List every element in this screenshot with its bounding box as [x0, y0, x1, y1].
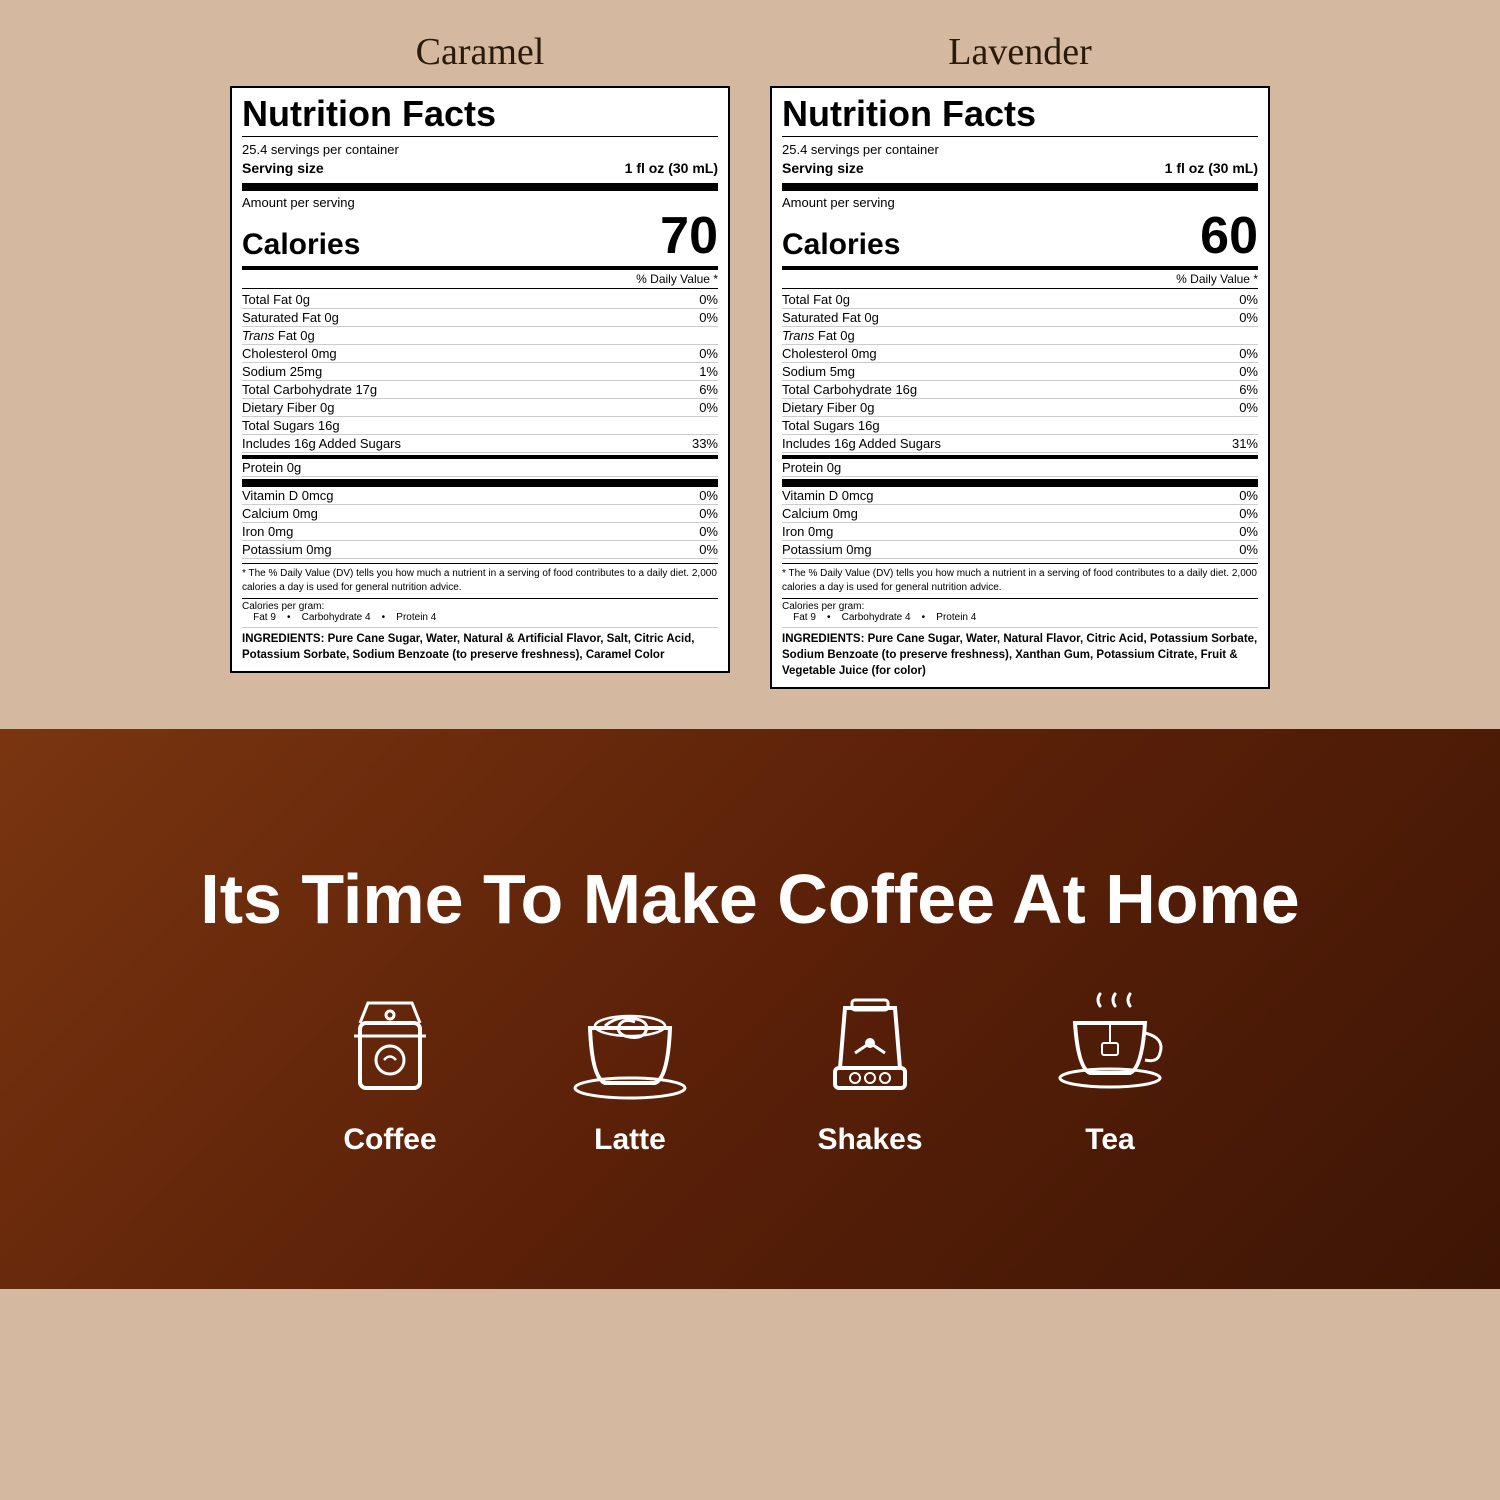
lavender-nutrient-protein: Protein 0g — [782, 455, 1258, 477]
caramel-title: Caramel — [416, 30, 545, 74]
caramel-panel: Nutrition Facts 25.4 servings per contai… — [230, 86, 730, 673]
caramel-nutrient-dietary-fiber: Dietary Fiber 0g0% — [242, 399, 718, 417]
lavender-nutrient-total-fat: Total Fat 0g0% — [782, 291, 1258, 309]
latte-icon — [570, 988, 690, 1108]
caramel-calcium: Calcium 0mg0% — [242, 505, 718, 523]
latte-label: Latte — [594, 1123, 666, 1157]
shakes-label: Shakes — [817, 1123, 922, 1157]
lavender-nutrient-saturated-fat: Saturated Fat 0g0% — [782, 309, 1258, 327]
lavender-nutrient-cholesterol: Cholesterol 0mg0% — [782, 345, 1258, 363]
caramel-servings-per-container: 25.4 servings per container — [242, 141, 718, 159]
caramel-footnote: * The % Daily Value (DV) tells you how m… — [242, 563, 718, 595]
lavender-panel: Nutrition Facts 25.4 servings per contai… — [770, 86, 1270, 689]
lavender-nutrient-trans-fat: Trans Fat 0g — [782, 327, 1258, 345]
lavender-amount-per-serving: Amount per serving — [782, 195, 1258, 210]
caramel-nutrient-total-fat: Total Fat 0g0% — [242, 291, 718, 309]
lavender-nutrient-added-sugars: Includes 16g Added Sugars31% — [782, 435, 1258, 453]
caramel-nutrient-cholesterol: Cholesterol 0mg0% — [242, 345, 718, 363]
shakes-icon — [810, 988, 930, 1108]
caramel-iron: Iron 0mg0% — [242, 523, 718, 541]
icons-row: Coffee Latte — [330, 988, 1170, 1157]
lavender-servings-per-container: 25.4 servings per container — [782, 141, 1258, 159]
coffee-label: Coffee — [343, 1123, 436, 1157]
lavender-column: Lavender Nutrition Facts 25.4 servings p… — [770, 30, 1270, 689]
lavender-nutrient-dietary-fiber: Dietary Fiber 0g0% — [782, 399, 1258, 417]
caramel-nutrient-added-sugars: Includes 16g Added Sugars33% — [242, 435, 718, 453]
caramel-calories-value: 70 — [660, 210, 718, 262]
lavender-calories-per-gram: Calories per gram: Fat 9 • Carbohydrate … — [782, 598, 1258, 623]
caramel-nutrient-total-sugars: Total Sugars 16g — [242, 417, 718, 435]
latte-item: Latte — [570, 988, 690, 1157]
caramel-nutrient-trans-fat: Trans Fat 0g — [242, 327, 718, 345]
lavender-iron: Iron 0mg0% — [782, 523, 1258, 541]
tea-icon — [1050, 988, 1170, 1108]
lavender-serving-size-label: Serving size — [782, 159, 864, 179]
lavender-vitamin-d: Vitamin D 0mcg0% — [782, 487, 1258, 505]
caramel-column: Caramel Nutrition Facts 25.4 servings pe… — [230, 30, 730, 673]
lavender-nutrition-title: Nutrition Facts — [782, 96, 1258, 137]
coffee-item: Coffee — [330, 988, 450, 1157]
coffee-icon — [330, 988, 450, 1108]
caramel-ingredients: INGREDIENTS: Pure Cane Sugar, Water, Nat… — [242, 627, 718, 663]
lavender-calories-label: Calories — [782, 228, 900, 262]
caramel-amount-per-serving: Amount per serving — [242, 195, 718, 210]
tagline: Its Time To Make Coffee At Home — [200, 861, 1299, 938]
tea-label: Tea — [1085, 1123, 1134, 1157]
lavender-calcium: Calcium 0mg0% — [782, 505, 1258, 523]
lavender-title: Lavender — [948, 30, 1091, 74]
lavender-potassium: Potassium 0mg0% — [782, 541, 1258, 559]
tea-item: Tea — [1050, 988, 1170, 1157]
lavender-nutrient-total-sugars: Total Sugars 16g — [782, 417, 1258, 435]
caramel-nutrient-total-carb: Total Carbohydrate 17g6% — [242, 381, 718, 399]
lavender-daily-value-header: % Daily Value * — [782, 272, 1258, 289]
caramel-calories-label: Calories — [242, 228, 360, 262]
top-section: Caramel Nutrition Facts 25.4 servings pe… — [0, 0, 1500, 729]
lavender-nutrient-sodium: Sodium 5mg0% — [782, 363, 1258, 381]
caramel-serving-size-value: 1 fl oz (30 mL) — [625, 159, 718, 179]
caramel-serving-size-label: Serving size — [242, 159, 324, 179]
caramel-daily-value-header: % Daily Value * — [242, 272, 718, 289]
caramel-vitamin-d: Vitamin D 0mcg0% — [242, 487, 718, 505]
caramel-potassium: Potassium 0mg0% — [242, 541, 718, 559]
lavender-ingredients: INGREDIENTS: Pure Cane Sugar, Water, Nat… — [782, 627, 1258, 679]
lavender-serving-size-value: 1 fl oz (30 mL) — [1165, 159, 1258, 179]
caramel-nutrient-saturated-fat: Saturated Fat 0g0% — [242, 309, 718, 327]
lavender-nutrient-total-carb: Total Carbohydrate 16g6% — [782, 381, 1258, 399]
lavender-footnote: * The % Daily Value (DV) tells you how m… — [782, 563, 1258, 595]
caramel-nutrient-sodium: Sodium 25mg1% — [242, 363, 718, 381]
caramel-nutrient-protein: Protein 0g — [242, 455, 718, 477]
caramel-calories-per-gram: Calories per gram: Fat 9 • Carbohydrate … — [242, 598, 718, 623]
caramel-nutrition-title: Nutrition Facts — [242, 96, 718, 137]
lavender-calories-value: 60 — [1200, 210, 1258, 262]
shakes-item: Shakes — [810, 988, 930, 1157]
bottom-section: Its Time To Make Coffee At Home Coffee — [0, 729, 1500, 1289]
